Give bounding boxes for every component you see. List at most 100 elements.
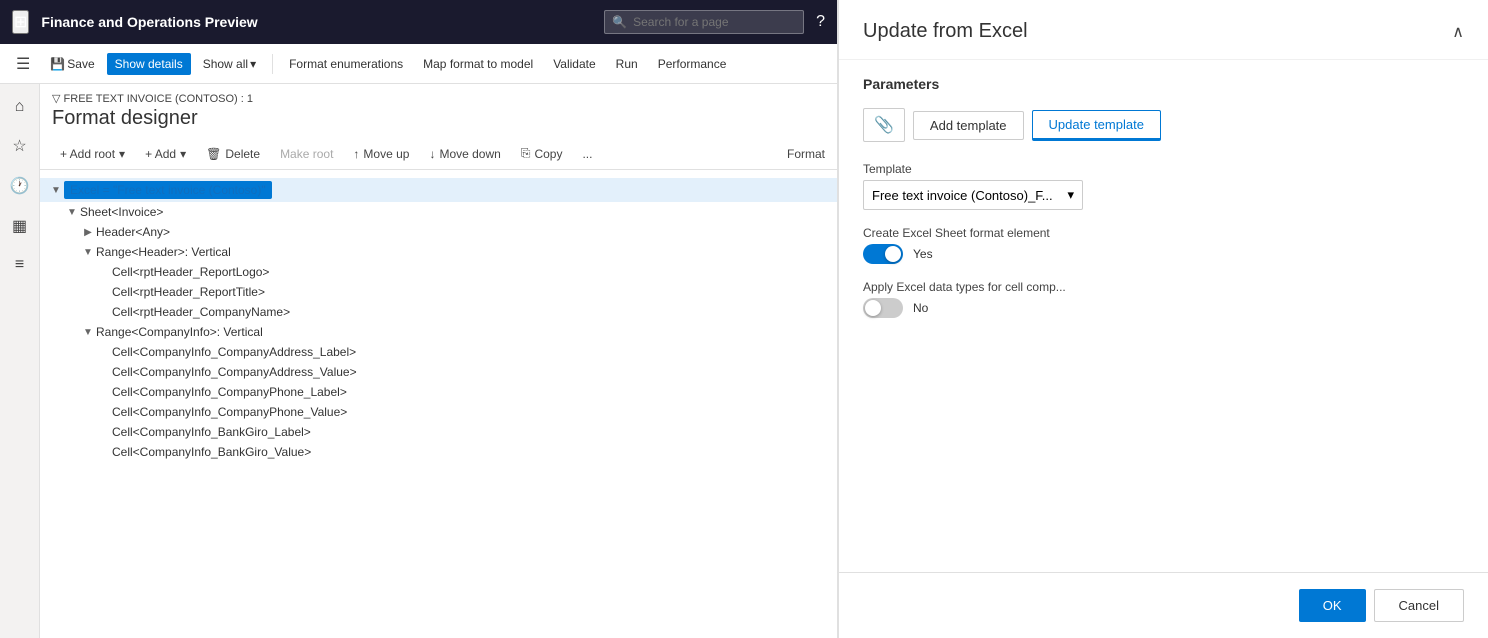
apply-data-types-value: No xyxy=(913,301,928,315)
create-excel-sheet-value: Yes xyxy=(913,247,933,261)
left-sidebar: ⌂ ☆ 🕐 ▦ ≡ xyxy=(0,84,40,638)
page-title: Format designer xyxy=(40,107,837,138)
create-excel-sheet-group: Create Excel Sheet format element Yes xyxy=(863,226,1464,264)
home-icon[interactable]: ⌂ xyxy=(9,92,31,122)
add-root-button[interactable]: + Add root ▾ xyxy=(52,143,133,165)
tree-item-label: Sheet<Invoice> xyxy=(80,205,163,219)
apply-data-types-toggle-row: No xyxy=(863,298,1464,318)
tree-item-label: Cell<CompanyInfo_BankGiro_Label> xyxy=(112,425,311,439)
down-icon: ↓ xyxy=(429,147,435,161)
performance-button[interactable]: Performance xyxy=(650,53,735,75)
tree-item[interactable]: ▼Sheet<Invoice> xyxy=(40,202,837,222)
copy-button[interactable]: ⎘ Copy xyxy=(513,142,571,165)
create-excel-sheet-toggle[interactable] xyxy=(863,244,903,264)
create-excel-sheet-label: Create Excel Sheet format element xyxy=(863,226,1464,240)
grid-icon[interactable]: ⊞ xyxy=(12,10,29,34)
tree-item[interactable]: ▼Range<CompanyInfo>: Vertical xyxy=(40,322,837,342)
template-form-group: Template Free text invoice (Contoso)_F..… xyxy=(863,162,1464,210)
secondary-nav: ☰ 💾 Save Show details Show all ▾ Format … xyxy=(0,44,837,84)
show-all-button[interactable]: Show all ▾ xyxy=(195,53,264,75)
update-template-button[interactable]: Update template xyxy=(1032,110,1161,141)
separator xyxy=(272,54,273,74)
tree-item[interactable]: Cell<rptHeader_ReportLogo> xyxy=(40,262,837,282)
breadcrumb: ▽ FREE TEXT INVOICE (CONTOSO) : 1 xyxy=(40,84,837,107)
up-icon: ↑ xyxy=(353,147,359,161)
toggle-thumb xyxy=(865,300,881,316)
more-button[interactable]: ... xyxy=(574,143,600,165)
move-up-button[interactable]: ↑ Move up xyxy=(345,143,417,165)
star-icon[interactable]: ☆ xyxy=(6,130,32,162)
delete-icon: 🗑 xyxy=(206,147,221,161)
list-icon[interactable]: ≡ xyxy=(9,250,30,280)
show-details-button[interactable]: Show details xyxy=(107,53,191,75)
template-select[interactable]: Free text invoice (Contoso)_F... ▾ xyxy=(863,180,1083,210)
tree-item-label: Header<Any> xyxy=(96,225,170,239)
tree-item[interactable]: Cell<CompanyInfo_BankGiro_Value> xyxy=(40,442,837,462)
search-wrapper: 🔍 xyxy=(604,10,804,34)
run-button[interactable]: Run xyxy=(608,53,646,75)
delete-button[interactable]: 🗑 Delete xyxy=(198,143,268,165)
hamburger-button[interactable]: ☰ xyxy=(8,50,38,78)
save-icon: 💾 xyxy=(50,57,65,71)
collapse-button[interactable]: ∧ xyxy=(1452,22,1464,42)
tree-item[interactable]: Cell<rptHeader_ReportTitle> xyxy=(40,282,837,302)
template-actions: 📎 Add template Update template xyxy=(863,108,1464,142)
create-excel-sheet-toggle-row: Yes xyxy=(863,244,1464,264)
tree-item-label: Cell<rptHeader_ReportTitle> xyxy=(112,285,265,299)
tree-toggle-icon: ▼ xyxy=(80,327,96,338)
tree-item[interactable]: Cell<CompanyInfo_CompanyPhone_Label> xyxy=(40,382,837,402)
tree-item-label: Cell<CompanyInfo_BankGiro_Value> xyxy=(112,445,311,459)
attach-button[interactable]: 📎 xyxy=(863,108,905,142)
chevron-down-icon: ▾ xyxy=(250,57,256,71)
toolbar: + Add root ▾ + Add ▾ 🗑 Delete Make root … xyxy=(40,138,837,170)
parameters-section-title: Parameters xyxy=(863,76,1464,92)
app-title: Finance and Operations Preview xyxy=(41,14,592,30)
ok-button[interactable]: OK xyxy=(1299,589,1366,622)
tree-item[interactable]: Cell<CompanyInfo_CompanyPhone_Value> xyxy=(40,402,837,422)
format-enumerations-button[interactable]: Format enumerations xyxy=(281,53,411,75)
tree-item[interactable]: Cell<CompanyInfo_BankGiro_Label> xyxy=(40,422,837,442)
chevron-down-icon: ▾ xyxy=(180,147,186,161)
tree-item-label: Range<Header>: Vertical xyxy=(96,245,231,259)
move-down-button[interactable]: ↓ Move down xyxy=(421,143,508,165)
tree-root-item[interactable]: ▼ Excel = "Free text invoice (Contoso)" xyxy=(40,178,837,202)
panel-header: Update from Excel ∧ xyxy=(839,0,1488,60)
tree-item[interactable]: Cell<CompanyInfo_CompanyAddress_Value> xyxy=(40,362,837,382)
tree-item-label: Cell<rptHeader_CompanyName> xyxy=(112,305,290,319)
validate-button[interactable]: Validate xyxy=(545,53,603,75)
toggle-track xyxy=(863,298,903,318)
tree-item[interactable]: Cell<CompanyInfo_CompanyAddress_Label> xyxy=(40,342,837,362)
map-format-button[interactable]: Map format to model xyxy=(415,53,541,75)
content-area: ⌂ ☆ 🕐 ▦ ≡ ▽ FREE TEXT INVOICE (CONTOSO) … xyxy=(0,84,837,638)
tree-item[interactable]: ▼Range<Header>: Vertical xyxy=(40,242,837,262)
main-content: ▽ FREE TEXT INVOICE (CONTOSO) : 1 Format… xyxy=(40,84,837,638)
tree-item-label: Cell<CompanyInfo_CompanyPhone_Value> xyxy=(112,405,347,419)
format-label: Format xyxy=(787,147,825,161)
add-template-button[interactable]: Add template xyxy=(913,111,1024,140)
template-value: Free text invoice (Contoso)_F... xyxy=(872,188,1053,203)
save-button[interactable]: 💾 Save xyxy=(42,53,102,75)
apply-data-types-toggle[interactable] xyxy=(863,298,903,318)
tree-item-label: Cell<CompanyInfo_CompanyAddress_Label> xyxy=(112,345,356,359)
recent-icon[interactable]: 🕐 xyxy=(4,170,36,202)
tree-item-label: Cell<rptHeader_ReportLogo> xyxy=(112,265,269,279)
tree-toggle-icon: ▼ xyxy=(48,185,64,196)
cancel-button[interactable]: Cancel xyxy=(1374,589,1464,622)
add-button[interactable]: + Add ▾ xyxy=(137,143,194,165)
tree-area: ▼ Excel = "Free text invoice (Contoso)" … xyxy=(40,170,837,638)
tree-item-label: Cell<CompanyInfo_CompanyPhone_Label> xyxy=(112,385,347,399)
tree-item[interactable]: Cell<rptHeader_CompanyName> xyxy=(40,302,837,322)
tree-item[interactable]: ▶Header<Any> xyxy=(40,222,837,242)
search-input[interactable] xyxy=(604,10,804,34)
tree-toggle-icon: ▼ xyxy=(80,247,96,258)
tree-item-label: Cell<CompanyInfo_CompanyAddress_Value> xyxy=(112,365,357,379)
tree-items-container: ▼Sheet<Invoice>▶Header<Any>▼Range<Header… xyxy=(40,202,837,462)
filter-icon[interactable]: ▽ xyxy=(52,93,60,105)
make-root-button[interactable]: Make root xyxy=(272,143,341,165)
panel-title: Update from Excel xyxy=(863,20,1028,43)
help-icon[interactable]: ? xyxy=(816,13,825,31)
toggle-track xyxy=(863,244,903,264)
copy-icon: ⎘ xyxy=(521,146,531,161)
grid2-icon[interactable]: ▦ xyxy=(6,210,33,242)
tree-item-label: Range<CompanyInfo>: Vertical xyxy=(96,325,263,339)
